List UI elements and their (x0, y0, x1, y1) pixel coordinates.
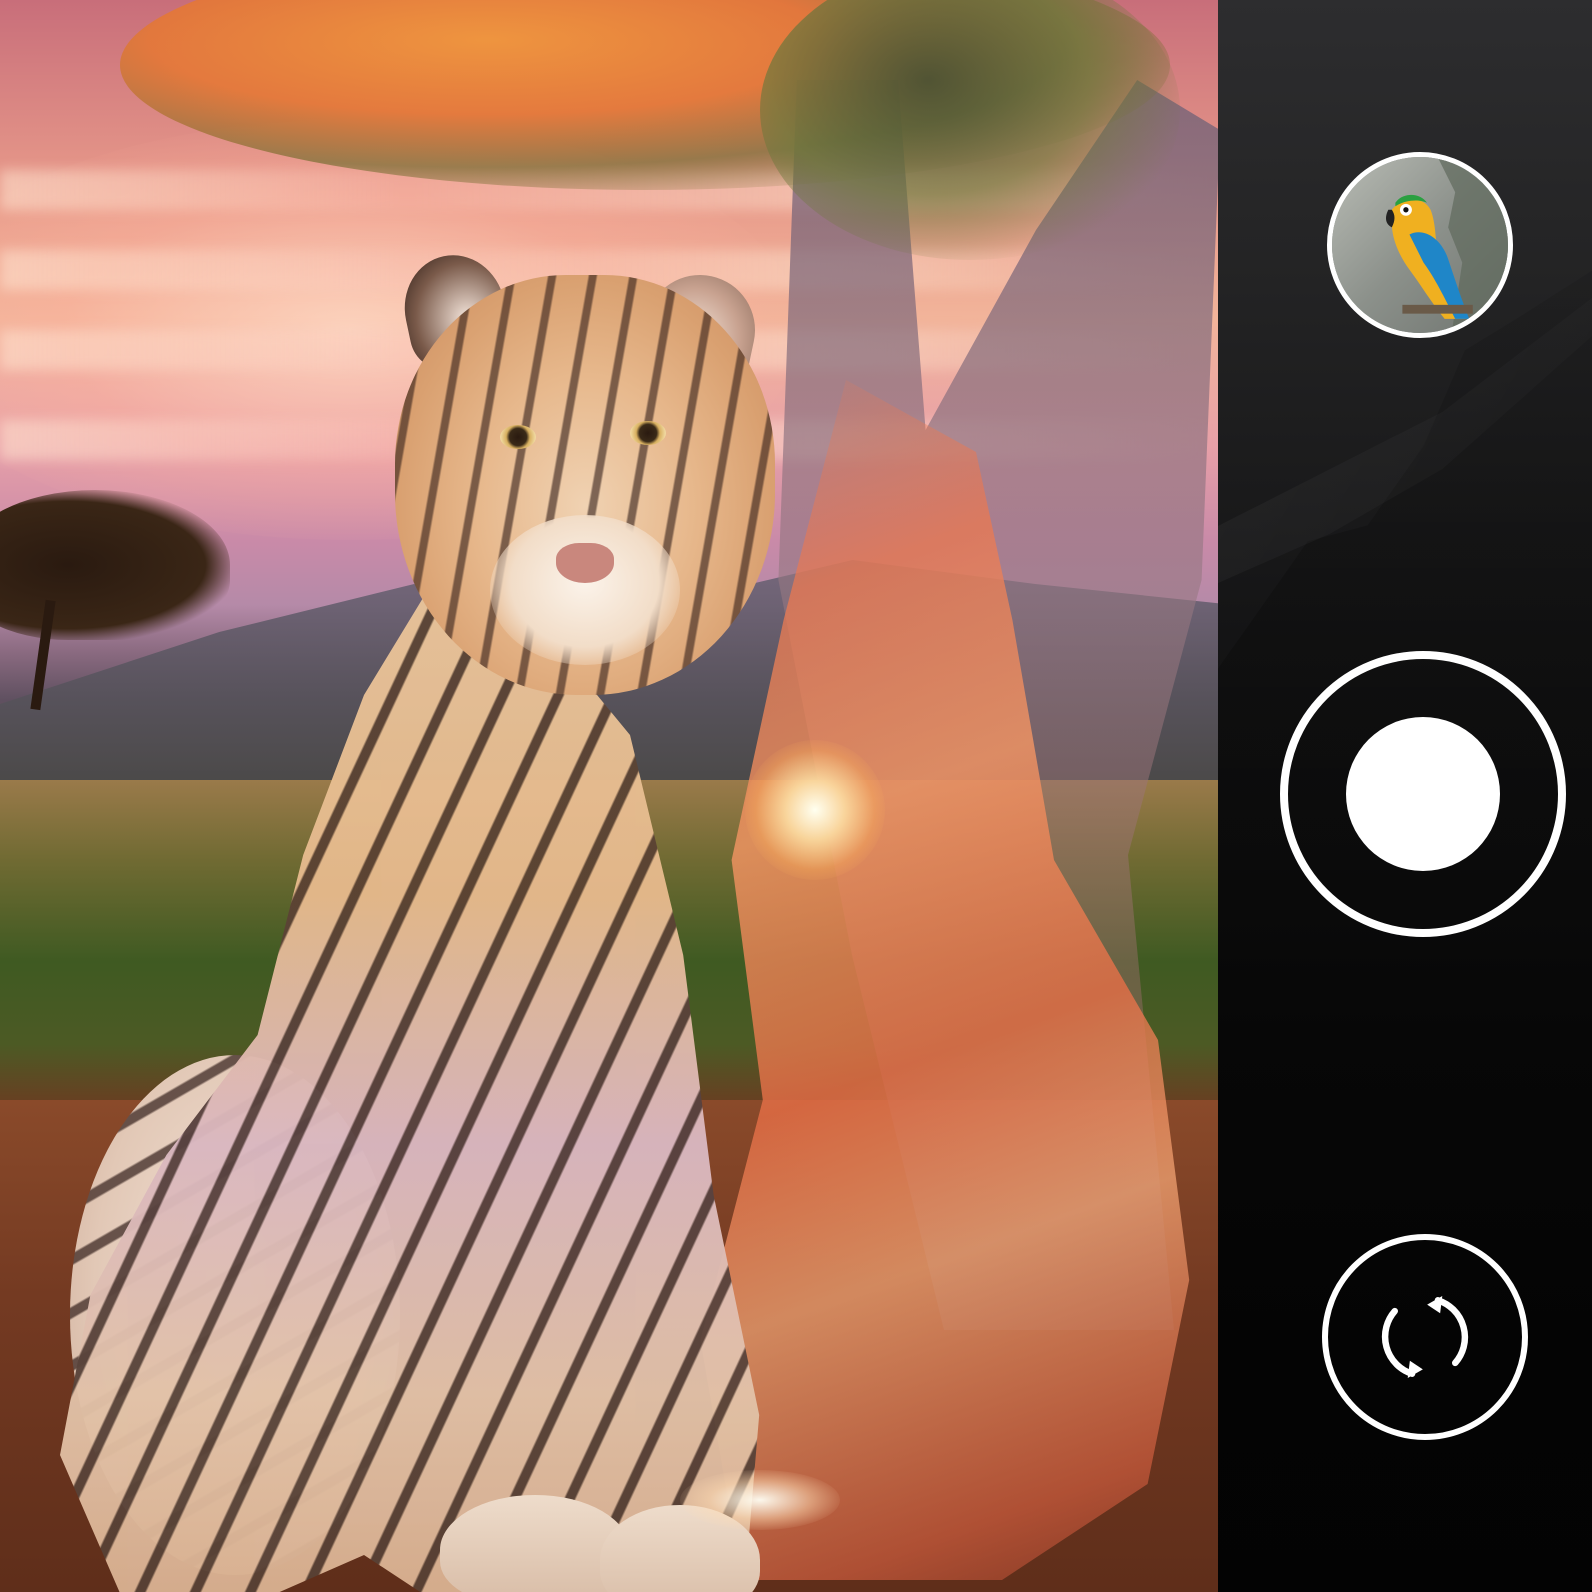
parrot-photo-thumbnail (1332, 157, 1508, 333)
tiger-eye-right (630, 421, 666, 445)
camera-control-panel (1218, 0, 1592, 1592)
ground-light-glow (680, 1470, 840, 1530)
camera-viewfinder[interactable] (0, 0, 1218, 1592)
tiger-eye-left (500, 425, 536, 449)
shutter-icon (1346, 717, 1500, 871)
camera-app (0, 0, 1592, 1592)
switch-camera-icon (1381, 1295, 1469, 1379)
tiger-subject (60, 245, 820, 1592)
tiger-muzzle (490, 515, 680, 665)
switch-camera-button[interactable] (1322, 1234, 1528, 1440)
gallery-thumbnail-button[interactable] (1327, 152, 1513, 338)
shutter-button[interactable] (1280, 651, 1566, 937)
tiger-nose (556, 543, 614, 583)
